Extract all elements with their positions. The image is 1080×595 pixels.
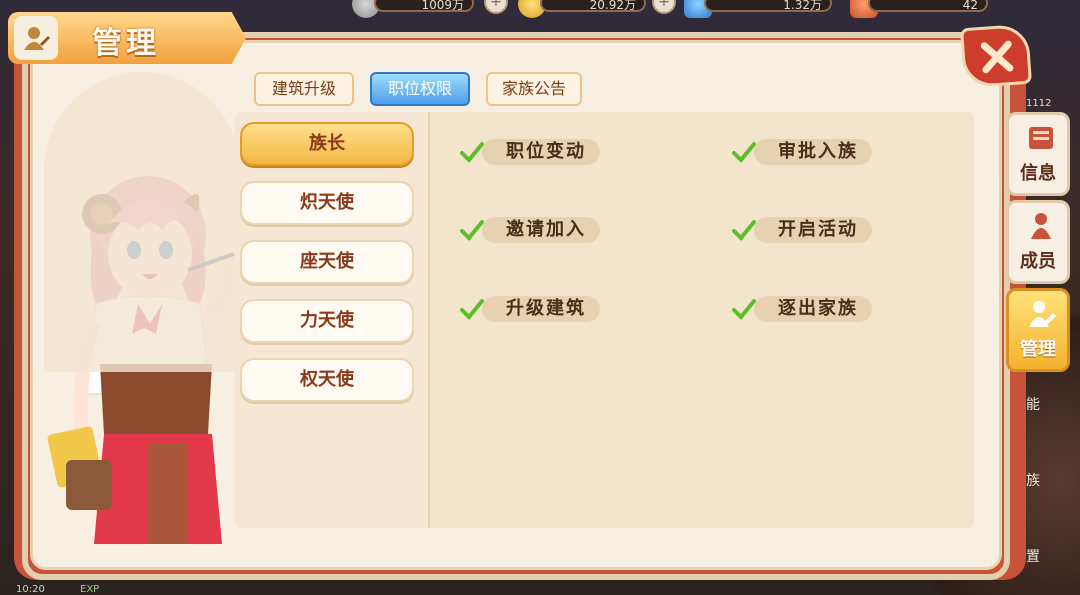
close-icon	[980, 40, 1014, 74]
permission-label: 邀请加入	[482, 217, 600, 243]
page-title: 管理	[92, 26, 160, 61]
person-icon	[1031, 213, 1051, 239]
add-silver-button[interactable]: +	[484, 0, 508, 14]
checkmark-icon	[732, 220, 756, 241]
manage-user-icon	[1029, 301, 1056, 327]
side-tab-manage[interactable]: 管理	[1006, 288, 1070, 372]
role-item-dominion[interactable]: 权天使	[240, 358, 414, 402]
side-peek-label: 能	[1026, 397, 1040, 413]
level-number: 1112	[1026, 98, 1052, 109]
checkmark-icon	[732, 299, 756, 320]
checkmark-icon	[460, 299, 484, 320]
resource-silver: 1009万	[374, 0, 474, 12]
side-tab-label: 信息	[1020, 163, 1056, 184]
side-tab-info[interactable]: 信息	[1006, 112, 1070, 196]
decorative-arch	[44, 72, 240, 372]
permission-label: 开启活动	[754, 217, 872, 243]
role-item-patriarch[interactable]: 族长	[240, 122, 414, 166]
status-exp: EXP	[80, 584, 100, 595]
permission-label: 审批入族	[754, 139, 872, 165]
checkmark-icon	[460, 142, 484, 163]
character-illustration	[38, 64, 248, 554]
status-time: 10:20	[16, 584, 45, 595]
manage-user-icon	[14, 16, 58, 60]
resource-honor: 42	[868, 0, 988, 12]
book-icon	[1029, 127, 1053, 149]
add-gold-button[interactable]: +	[652, 0, 676, 14]
side-tab-label: 成员	[1020, 251, 1056, 272]
resource-gem: 1.32万	[704, 0, 832, 12]
permission-label: 职位变动	[482, 139, 600, 165]
side-peek-label: 族	[1026, 473, 1040, 489]
role-item-virtue[interactable]: 力天使	[240, 299, 414, 343]
side-peek-label: 置	[1026, 549, 1040, 565]
tab-building-upgrade[interactable]: 建筑升级	[254, 72, 354, 106]
role-item-throne[interactable]: 座天使	[240, 240, 414, 284]
permission-label: 逐出家族	[754, 296, 872, 322]
side-tab-members[interactable]: 成员	[1006, 200, 1070, 284]
side-tab-label: 管理	[1020, 339, 1056, 360]
checkmark-icon	[732, 142, 756, 163]
checkmark-icon	[460, 220, 484, 241]
tab-position-permissions[interactable]: 职位权限	[370, 72, 470, 106]
tab-family-announcement[interactable]: 家族公告	[486, 72, 582, 106]
permission-label: 升级建筑	[482, 296, 600, 322]
role-item-seraph[interactable]: 炽天使	[240, 181, 414, 225]
resource-gold: 20.92万	[540, 0, 646, 12]
